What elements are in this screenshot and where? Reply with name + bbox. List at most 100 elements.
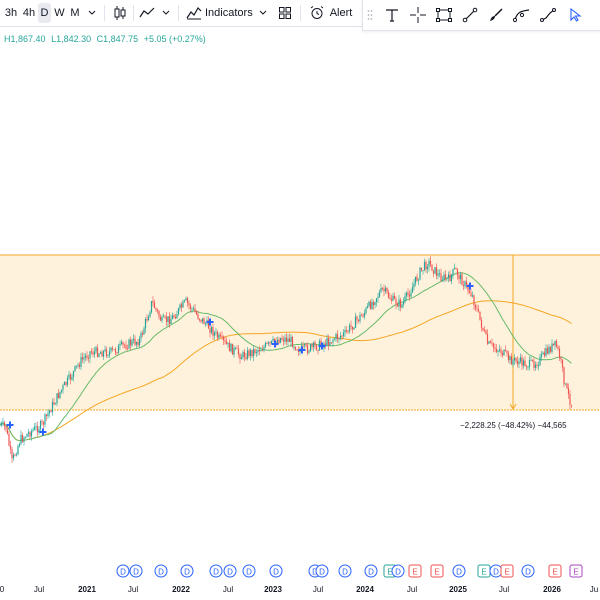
dividend-event-icon[interactable]: D [116,564,130,578]
dividend-event-icon[interactable]: D [129,564,143,578]
candle-body [489,341,492,343]
candle-body [186,298,189,303]
candle-body [131,340,133,346]
candle-body [395,298,397,305]
candle-body [198,318,201,320]
drag-handle-icon[interactable] [365,0,375,30]
dividend-event-icon[interactable]: D [489,564,503,578]
svg-text:D: D [133,568,139,577]
candle-body [143,328,145,335]
dividend-event-icon[interactable]: D [315,564,329,578]
indicators-button[interactable]: Indicators [205,0,253,26]
dividend-event-icon[interactable]: D [223,564,237,578]
earnings-event-icon[interactable]: E [500,564,514,578]
text-tool-icon[interactable] [381,0,403,30]
candle-body [327,337,330,346]
events-row: DDDDDDDDDDDDEDEEDEDEDEE [116,564,583,578]
candle-body [563,367,565,385]
candle-body [144,318,147,329]
earnings-event-icon[interactable]: E [548,564,562,578]
candle-body [417,279,420,281]
brush-icon[interactable] [485,0,507,30]
dividend-event-icon[interactable]: D [242,564,256,578]
earnings-event-icon[interactable]: E [430,564,444,578]
candle-body [101,352,103,357]
candle-body [296,349,298,351]
earnings-event-icon[interactable]: E [569,564,583,578]
curve-icon[interactable] [511,0,533,30]
candle-body [263,346,265,351]
candle-body [200,319,202,322]
candle-body [2,422,4,424]
candle-body [449,274,451,282]
dividend-event-icon[interactable]: D [269,564,283,578]
chevron-down-icon[interactable] [256,0,270,26]
candle-body [359,314,361,322]
svg-text:D: D [273,568,279,577]
cursor-icon[interactable] [565,0,587,30]
candle-body [215,331,217,333]
dividend-event-icon[interactable]: D [338,564,352,578]
candlestick-icon[interactable] [110,0,130,26]
candle-body [233,347,235,355]
candle-body [554,340,556,346]
candle-body [534,364,537,368]
candle-body [71,376,73,380]
alarm-clock-icon[interactable] [308,0,326,26]
candle-body [564,383,567,385]
range-measure-label: −2,228.25 (−48.42%) −44,565 [460,421,567,430]
earnings-event-icon[interactable]: E [408,564,422,578]
dividend-event-icon[interactable]: D [364,564,378,578]
candle-body [566,383,568,389]
dividend-event-icon[interactable]: D [180,564,194,578]
chart-canvas[interactable]: −2,228.25 (−48.42%) −44,565 DDDDDDDDDDDD… [0,0,600,600]
dividend-event-icon[interactable]: D [521,564,535,578]
candle-body [293,346,295,348]
svg-text:D: D [493,568,499,577]
candle-body [510,356,513,365]
dividend-event-icon[interactable]: D [391,564,405,578]
dividend-event-icon[interactable]: D [154,564,168,578]
candle-body [243,351,246,358]
candle-body [272,338,274,341]
path-icon[interactable] [537,0,559,30]
grid-layout-icon[interactable] [277,0,293,26]
candle-body [258,349,261,352]
candle-body [407,292,409,295]
timeframe-4h[interactable]: 4h [20,0,38,26]
chevron-down-icon[interactable] [160,0,172,26]
x-axis-label: 2022 [172,585,190,594]
timeframe-3h[interactable]: 3h [2,0,20,26]
trend-line-icon[interactable] [459,0,481,30]
candle-body [539,356,541,366]
timeframe-w[interactable]: W [53,0,66,26]
candle-body [474,305,477,309]
candle-body [230,343,232,352]
line-chart-icon[interactable] [137,0,157,26]
candle-body [11,449,13,459]
candle-body [260,350,262,352]
rectangle-icon[interactable] [433,0,455,30]
candle-body [284,337,286,342]
candle-body [347,331,349,333]
alert-button[interactable]: Alert [328,0,354,26]
dividend-event-icon[interactable]: D [452,564,466,578]
candle-body [455,268,457,270]
crosshair-icon[interactable] [407,0,429,30]
candle-body [491,342,493,344]
indicators-icon[interactable] [185,0,203,26]
chevron-down-icon[interactable] [85,0,99,26]
candle-body [360,314,363,316]
timeframe-m[interactable]: M [68,0,82,26]
candle-body [378,291,381,297]
candle-body [411,287,414,293]
candle-body [24,437,27,438]
candle-body [332,339,334,343]
timeframe-d[interactable]: D [38,3,51,23]
candle-body [288,338,291,342]
dividend-event-icon[interactable]: D [209,564,223,578]
candle-body [429,260,432,265]
candle-body [387,291,390,298]
candle-body [494,347,496,349]
earnings-event-icon[interactable]: E [477,564,491,578]
